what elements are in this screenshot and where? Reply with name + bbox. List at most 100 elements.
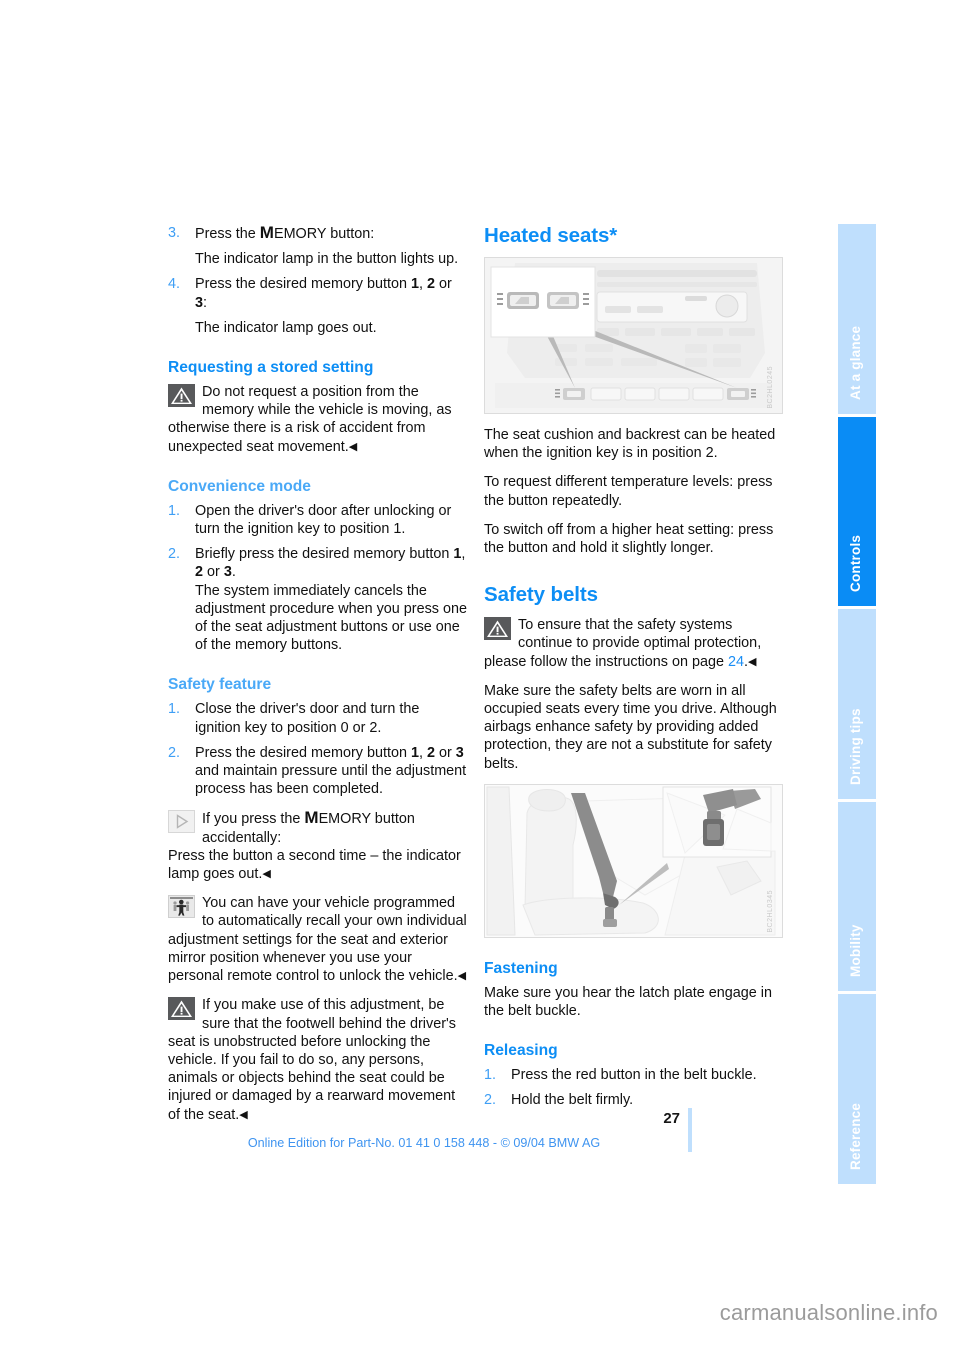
releasing-steps: 1. Press the red button in the belt buckl… (484, 1066, 783, 1109)
left-text-column: 3. Press the MEMORY button: The indicator… (168, 223, 467, 1135)
heading-safety-feature: Safety feature (168, 676, 272, 694)
list-item: 3. Press the MEMORY button: The indicator… (168, 223, 467, 268)
tab-controls[interactable]: Controls (838, 416, 876, 607)
tab-label: Reference (848, 1102, 863, 1170)
warning-note-footwell: If you make use of this adjustment, be s… (168, 996, 467, 1123)
tip-triangle-icon (168, 810, 195, 834)
memory-emphasis: M (304, 808, 319, 828)
heading-safety-belts: Safety belts (484, 583, 598, 607)
memory-button-2: 2 (195, 564, 204, 581)
figure-code: BC2HL0245 (766, 366, 774, 409)
fastening-paragraph: Make sure you hear the latch plate engag… (484, 984, 773, 1020)
safety-belt-latch-plate-figure: BC2HL0345 (484, 783, 783, 938)
memory-button-3: 3 (223, 564, 232, 581)
separator: or (435, 744, 456, 761)
step-number: 3. (168, 225, 181, 241)
step-number: 2. (168, 744, 181, 761)
memory-button-steps: 3. Press the MEMORY button: The indicator… (168, 223, 467, 337)
tab-label: Driving tips (848, 708, 863, 785)
separator: or (435, 276, 452, 293)
step-text-tail: button: (326, 226, 375, 242)
memory-emphasis: M (259, 223, 274, 242)
tab-reference[interactable]: Reference (838, 994, 876, 1184)
tab-driving-tips[interactable]: Driving tips (838, 609, 876, 799)
footer-rule (688, 1108, 692, 1152)
step-text: Press the desired memory button (195, 744, 411, 761)
personal-programming-icon (168, 895, 195, 919)
step-text: Press the (195, 226, 260, 242)
warning-triangle-icon (168, 997, 195, 1021)
step-number: 1. (168, 502, 181, 519)
tip-body: If you press the (202, 811, 305, 828)
step-number: 1. (484, 1067, 497, 1084)
list-item: 2. Press the desired memory button 1, 2 o… (168, 744, 467, 799)
warning-body: To ensure that the safety systems contin… (484, 617, 762, 670)
tab-label: Controls (848, 535, 863, 593)
warning-triangle-icon (168, 384, 195, 408)
convenience-mode-steps: 1. Open the driver's door after unlocking… (168, 502, 467, 655)
tip-followup: Press the button a second time – the ind… (168, 847, 461, 883)
page-number: 27 (663, 1110, 680, 1127)
step-number: 4. (168, 276, 181, 293)
end-mark: ◀ (348, 440, 358, 453)
tab-at-a-glance[interactable]: At a glance (838, 224, 876, 414)
heading-heated-seats: Heated seats* (484, 224, 618, 247)
safety-feature-steps: 1. Close the driver's door and turn the i… (168, 700, 467, 798)
warning-body: Do not request a position from the memor… (168, 384, 452, 455)
step-text: Briefly press the desired memory button (195, 546, 454, 563)
step-substatement: The indicator lamp in the button lights … (195, 251, 459, 268)
warning-body: If you make use of this adjustment, be s… (168, 997, 456, 1123)
warning-note-requesting: Do not request a position from the memor… (168, 383, 467, 456)
manual-page: At a glance Controls Driving tips Mobili… (0, 0, 960, 1358)
separator: or (203, 564, 224, 581)
memory-button-2: 2 (426, 744, 435, 761)
site-watermark: carmanualsonline.info (719, 1300, 938, 1325)
list-item: 1. Close the driver's door and turn the i… (168, 700, 467, 736)
end-mark: ◀ (457, 970, 467, 983)
heated-seats-paragraph-3: To switch off from a higher heat setting… (484, 521, 774, 557)
heading-fastening: Fastening (484, 959, 558, 977)
end-mark: ◀ (262, 868, 271, 881)
separator: , (461, 546, 466, 563)
right-text-column: Heated seats* BC2HL0245 The seat cushion… (484, 224, 783, 1121)
tip-note-memory-accidental: If you press the MEMORY button accidenta… (168, 809, 467, 883)
warning-note-safety-systems: To ensure that the safety systems contin… (484, 616, 783, 671)
memory-word: EMORY (318, 811, 371, 828)
tab-label: At a glance (848, 325, 863, 400)
step-text: Hold the belt firmly. (511, 1092, 634, 1109)
personal-programming-note: You can have your vehicle programmed to … (168, 894, 467, 985)
warning-text: If you make use of this adjustment, be s… (168, 997, 456, 1122)
figure-code: BC2HL0345 (766, 890, 774, 933)
memory-button-1: 1 (410, 744, 419, 761)
heated-seats-paragraph-2: To request different temperature levels:… (484, 474, 773, 509)
page-reference-link[interactable]: 24 (728, 654, 744, 670)
heading-requesting-stored-setting: Requesting a stored setting (168, 359, 374, 377)
step-text: Press the red button in the belt buckle. (511, 1067, 757, 1084)
list-item: 1. Press the red button in the belt buckl… (484, 1066, 783, 1084)
memory-button-2: 2 (426, 276, 435, 293)
memory-button-3: 3 (455, 744, 464, 761)
programming-text: You can have your vehicle programmed to … (168, 895, 467, 984)
step-number: 2. (168, 546, 181, 563)
programming-body: You can have your vehicle programmed to … (168, 895, 467, 985)
list-item: 2. Briefly press the desired memory butto… (168, 545, 467, 654)
end-mark: ◀ (748, 655, 757, 668)
step-text-tail: . (231, 564, 236, 581)
tab-mobility[interactable]: Mobility (838, 801, 876, 992)
step-text: Close the driver's door and turn the ign… (195, 701, 420, 736)
separator: , (418, 744, 427, 761)
list-item: 2. Hold the belt firmly. (484, 1091, 783, 1109)
memory-word: EMORY (273, 226, 327, 242)
tip-text: If you press the MEMORY button accidenta… (202, 808, 415, 846)
step-substatement: The indicator lamp goes out. (195, 319, 377, 336)
step-text-tail: and maintain pressure until the adjustme… (195, 763, 467, 798)
warning-text: Do not request a position from the memor… (168, 384, 452, 455)
warning-text: To ensure that the safety systems contin… (484, 617, 761, 669)
memory-button-1: 1 (410, 276, 419, 293)
section-tab-rail: At a glance Controls Driving tips Mobili… (838, 224, 876, 1184)
end-mark: ◀ (239, 1108, 248, 1121)
list-item: 4. Press the desired memory button 1, 2 o… (168, 275, 467, 337)
step-number: 1. (168, 701, 181, 718)
step-text-tail: : (203, 294, 208, 311)
center-console-heated-seat-buttons-figure: BC2HL0245 (484, 257, 783, 414)
